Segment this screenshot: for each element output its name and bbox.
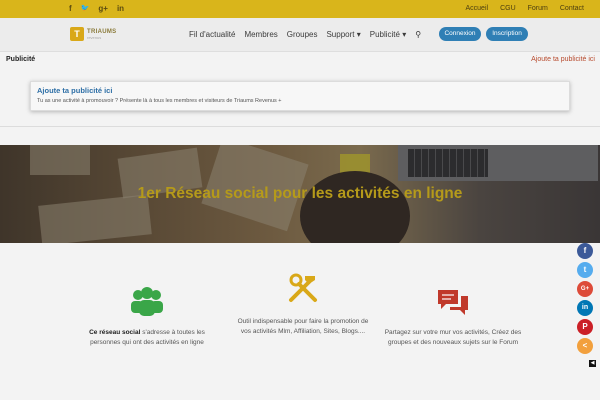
main-header: T TRIAUMS revenus Fil d'actualité Membre… <box>0 18 600 52</box>
social-links: f 🐦 g+ in <box>69 3 124 14</box>
hero-banner: 1er Réseau social pour les activités en … <box>0 145 600 243</box>
nav-item-support[interactable]: Support ▾ <box>326 30 360 40</box>
facebook-icon[interactable]: f <box>69 3 72 14</box>
hero-background-paper <box>30 145 90 175</box>
ad-header-row: Publicité Ajoute ta publicité ici <box>0 53 600 69</box>
logo-text: TRIAUMS <box>87 28 117 35</box>
nav-item-fil-actualite[interactable]: Fil d'actualité <box>189 30 235 40</box>
ad-box-title[interactable]: Ajoute ta publicité ici <box>37 86 112 95</box>
ad-box[interactable]: Ajoute ta publicité ici Tu as une activi… <box>30 81 570 111</box>
logo-subtext: revenus <box>87 34 102 40</box>
twitter-icon[interactable]: 🐦 <box>81 3 90 14</box>
top-link-contact[interactable]: Contact <box>560 4 584 14</box>
top-link-accueil[interactable]: Accueil <box>466 4 489 14</box>
google-plus-icon[interactable]: g+ <box>98 3 108 14</box>
feature-promotion-tool-text: Outil indispensable pour faire la promot… <box>237 318 369 335</box>
people-icon <box>77 272 217 316</box>
feature-social-network-text: Ce réseau social s'adresse à toutes les … <box>77 328 217 348</box>
top-bar: f 🐦 g+ in Accueil CGU Forum Contact <box>0 0 600 18</box>
linkedin-icon[interactable]: in <box>117 3 124 14</box>
add-ad-link[interactable]: Ajoute ta publicité ici <box>531 56 595 63</box>
feature-social-network-bold: Ce réseau social <box>89 329 141 336</box>
share-more-icon[interactable]: < <box>577 338 593 354</box>
search-icon[interactable]: ⚲ <box>415 30 421 40</box>
ad-box-description: Tu as une activité à promouvoir ? Présen… <box>37 98 282 104</box>
nav-item-publicite[interactable]: Publicité ▾ <box>370 30 406 40</box>
feature-share-wall-text: Partagez sur votre mur vos activités, Cr… <box>384 329 522 346</box>
top-link-cgu[interactable]: CGU <box>500 4 516 14</box>
tools-icon <box>233 272 373 310</box>
logo-mark: T <box>70 27 84 41</box>
nav-item-membres[interactable]: Membres <box>244 30 277 40</box>
ad-section-title: Publicité <box>6 56 36 63</box>
hero-keyboard <box>408 149 488 177</box>
twitter-share-icon[interactable]: t <box>577 262 593 278</box>
close-share-icon[interactable]: ◀ <box>589 360 596 367</box>
top-links: Accueil CGU Forum Contact <box>466 4 585 14</box>
facebook-share-icon[interactable]: f <box>577 243 593 259</box>
login-button[interactable]: Connexion <box>439 27 481 41</box>
feature-promotion-tool: Outil indispensable pour faire la promot… <box>233 272 373 337</box>
pinterest-share-icon[interactable]: P <box>577 319 593 335</box>
google-plus-share-icon[interactable]: G+ <box>577 281 593 297</box>
hero-person <box>300 171 410 243</box>
feature-share-wall: Partagez sur votre mur vos activités, Cr… <box>383 272 523 348</box>
main-nav: Fil d'actualité Membres Groupes Support … <box>189 30 421 40</box>
signup-button[interactable]: Inscription <box>486 27 528 41</box>
linkedin-share-icon[interactable]: in <box>577 300 593 316</box>
divider <box>0 126 600 127</box>
share-sidebar: f t G+ in P < <box>577 243 593 354</box>
nav-item-groupes[interactable]: Groupes <box>287 30 318 40</box>
chat-icon <box>383 272 523 315</box>
hero-title: 1er Réseau social pour les activités en … <box>137 185 463 202</box>
top-link-forum[interactable]: Forum <box>528 4 548 14</box>
feature-social-network: Ce réseau social s'adresse à toutes les … <box>77 272 217 348</box>
site-logo[interactable]: T TRIAUMS revenus <box>70 27 116 41</box>
